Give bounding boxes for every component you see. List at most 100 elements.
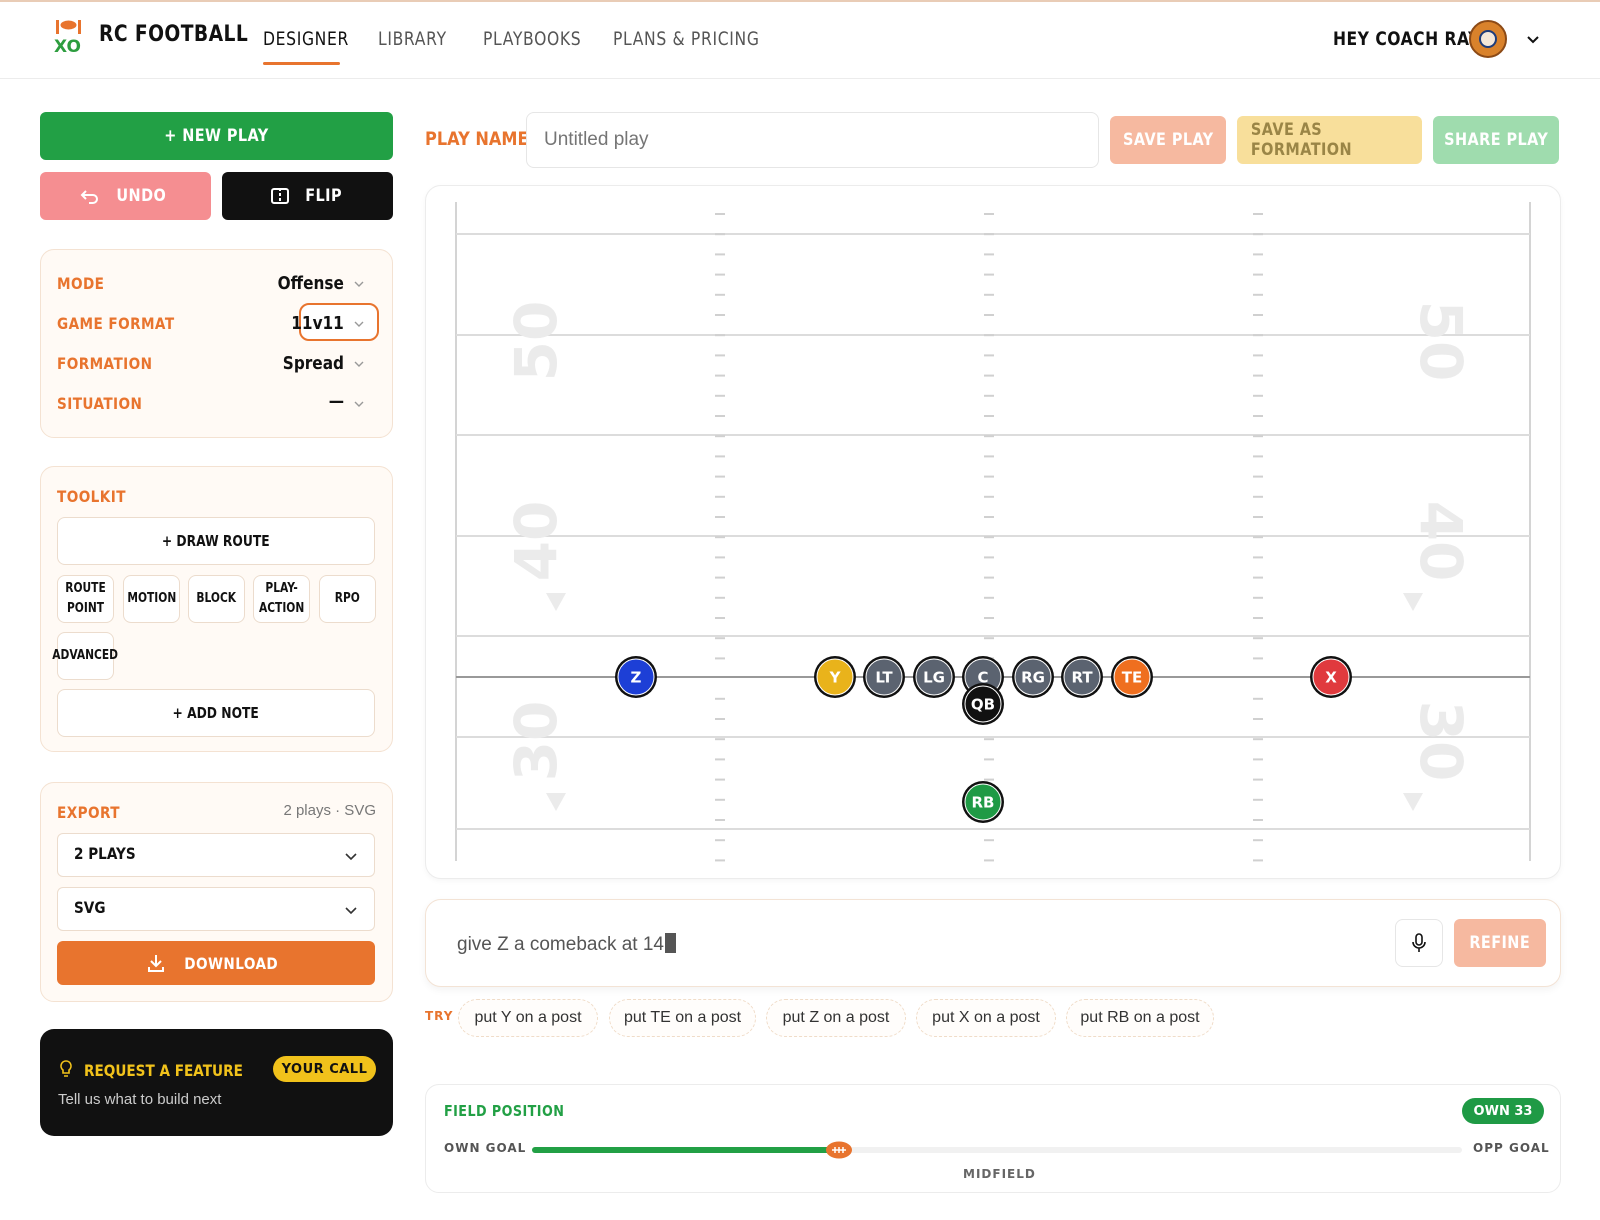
formation-value[interactable]: Spread bbox=[283, 353, 344, 374]
chevron-down-icon[interactable] bbox=[1526, 32, 1540, 46]
refine-button[interactable]: REFINE bbox=[1454, 919, 1546, 967]
advanced-button[interactable]: ADVANCED bbox=[53, 632, 118, 680]
logo-icon[interactable]: XO bbox=[52, 16, 88, 56]
formation-chevron-icon[interactable] bbox=[354, 359, 364, 369]
player-label: Y bbox=[829, 669, 842, 687]
svg-text:XO: XO bbox=[54, 37, 81, 56]
suggestion-chip[interactable]: put X on a post bbox=[916, 999, 1056, 1037]
new-play-button[interactable]: + NEW PLAY bbox=[40, 112, 393, 160]
player-lt[interactable]: LT bbox=[863, 656, 905, 698]
mode-value[interactable]: Offense bbox=[278, 273, 344, 294]
midfield-label: MIDFIELD bbox=[963, 1167, 1036, 1181]
undo-icon bbox=[80, 190, 99, 204]
settings-card: MODE Offense GAME FORMAT 11v11 FORMATION… bbox=[40, 249, 393, 438]
situation-chevron-icon[interactable] bbox=[354, 399, 364, 409]
situation-value[interactable]: — bbox=[329, 391, 344, 412]
lightbulb-icon bbox=[60, 1060, 72, 1077]
undo-button[interactable]: UNDO bbox=[40, 172, 211, 220]
yard-arrow-right bbox=[1403, 793, 1423, 811]
player-lg[interactable]: LG bbox=[913, 656, 955, 698]
download-button[interactable]: DOWNLOAD bbox=[57, 941, 375, 985]
yard-number-left: 30 bbox=[502, 701, 570, 782]
request-feature-title: REQUEST A FEATURE bbox=[84, 1061, 243, 1080]
rpo-button[interactable]: RPO bbox=[319, 575, 376, 623]
yard-arrow-right bbox=[1403, 593, 1423, 611]
share-play-button[interactable]: SHARE PLAY bbox=[1433, 116, 1559, 164]
save-as-formation-button[interactable]: SAVE AS FORMATION bbox=[1237, 116, 1422, 164]
prompt-text: give Z a comeback at 14 bbox=[457, 934, 664, 955]
suggestion-chip[interactable]: put Y on a post bbox=[458, 999, 598, 1037]
situation-label: SITUATION bbox=[57, 394, 143, 413]
toolkit-card: TOOLKIT + DRAW ROUTE ROUTE POINT MOTION … bbox=[40, 466, 393, 752]
nav-playbooks[interactable]: PLAYBOOKS bbox=[483, 28, 581, 50]
game-format-value: 11v11 bbox=[291, 313, 344, 334]
field-position-badge: OWN 33 bbox=[1462, 1098, 1544, 1124]
player-rg[interactable]: RG bbox=[1012, 656, 1054, 698]
player-rt[interactable]: RT bbox=[1061, 656, 1103, 698]
nav-library[interactable]: LIBRARY bbox=[378, 28, 447, 50]
field-position-card: FIELD POSITION OWN 33 OWN GOAL OPP GOAL … bbox=[425, 1084, 1561, 1193]
own-goal-label: OWN GOAL bbox=[444, 1141, 527, 1155]
yard-arrow-left bbox=[546, 793, 566, 811]
avatar-logo-icon bbox=[1479, 30, 1497, 48]
formation-label: FORMATION bbox=[57, 354, 153, 373]
plays-select[interactable]: 2 PLAYS bbox=[57, 833, 375, 877]
your-call-badge: YOUR CALL bbox=[273, 1056, 376, 1082]
football-slider-handle-icon[interactable] bbox=[824, 1139, 854, 1161]
field-position-track[interactable] bbox=[532, 1141, 1462, 1159]
football-field[interactable]: 50 5040 4030 30 Z Y LT LG C RG RT TE XQBRB bbox=[426, 186, 1562, 880]
flip-button[interactable]: FLIP bbox=[222, 172, 393, 220]
mode-label: MODE bbox=[57, 274, 105, 293]
route-point-button[interactable]: ROUTE POINT bbox=[57, 575, 114, 623]
prompt-box: give Z a comeback at 14 REFINE bbox=[425, 899, 1561, 987]
block-button[interactable]: BLOCK bbox=[188, 575, 245, 623]
format-select-value: SVG bbox=[74, 898, 106, 917]
avatar[interactable] bbox=[1469, 20, 1507, 58]
player-label: LG bbox=[923, 669, 945, 687]
yard-number-right: 40 bbox=[1407, 501, 1475, 582]
suggestion-chip[interactable]: put RB on a post bbox=[1066, 999, 1214, 1037]
chevron-down-icon bbox=[345, 853, 357, 861]
player-label: LT bbox=[875, 669, 893, 687]
player-x[interactable]: X bbox=[1310, 656, 1352, 698]
play-action-button[interactable]: PLAY-ACTION bbox=[253, 575, 310, 623]
player-qb[interactable]: QB bbox=[962, 683, 1004, 725]
suggestion-chip[interactable]: put Z on a post bbox=[766, 999, 906, 1037]
brand-name[interactable]: RC FOOTBALL bbox=[99, 22, 248, 47]
microphone-icon bbox=[1412, 933, 1426, 952]
text-cursor bbox=[665, 933, 676, 953]
mode-chevron-icon[interactable] bbox=[354, 279, 364, 289]
play-name-label: PLAY NAME bbox=[425, 128, 529, 150]
player-z[interactable]: Z bbox=[615, 656, 657, 698]
request-feature-subtitle: Tell us what to build next bbox=[58, 1091, 222, 1108]
player-te[interactable]: TE bbox=[1111, 656, 1153, 698]
player-label: TE bbox=[1122, 669, 1142, 687]
game-format-chevron-icon bbox=[354, 321, 364, 327]
format-select[interactable]: SVG bbox=[57, 887, 375, 931]
player-label: RT bbox=[1071, 669, 1093, 687]
player-label: RG bbox=[1021, 669, 1045, 687]
request-feature-card[interactable]: REQUEST A FEATURE YOUR CALL Tell us what… bbox=[40, 1029, 393, 1136]
suggestion-chip[interactable]: put TE on a post bbox=[609, 999, 756, 1037]
export-summary: 2 plays · SVG bbox=[283, 802, 376, 819]
play-name-input[interactable] bbox=[526, 112, 1099, 168]
player-y[interactable]: Y bbox=[814, 656, 856, 698]
prompt-input[interactable]: give Z a comeback at 14 bbox=[457, 933, 676, 956]
player-rb[interactable]: RB bbox=[962, 781, 1004, 823]
motion-button[interactable]: MOTION bbox=[123, 575, 180, 623]
save-play-button[interactable]: SAVE PLAY bbox=[1110, 116, 1226, 164]
nav-active-underline bbox=[263, 62, 340, 65]
header: XO RC FOOTBALL DESIGNER LIBRARY PLAYBOOK… bbox=[0, 0, 1600, 79]
game-format-label: GAME FORMAT bbox=[57, 314, 175, 333]
nav-plans-pricing[interactable]: PLANS & PRICING bbox=[613, 28, 760, 50]
draw-route-button[interactable]: + DRAW ROUTE bbox=[57, 517, 375, 565]
yard-arrow-left bbox=[546, 593, 566, 611]
player-label: RB bbox=[972, 794, 995, 812]
field-position-fill bbox=[532, 1147, 839, 1153]
microphone-button[interactable] bbox=[1395, 919, 1443, 967]
toolkit-title: TOOLKIT bbox=[57, 487, 126, 506]
nav-designer[interactable]: DESIGNER bbox=[263, 28, 349, 50]
field-position-title: FIELD POSITION bbox=[444, 1102, 565, 1120]
plays-select-value: 2 PLAYS bbox=[74, 844, 136, 863]
add-note-button[interactable]: + ADD NOTE bbox=[57, 689, 375, 737]
